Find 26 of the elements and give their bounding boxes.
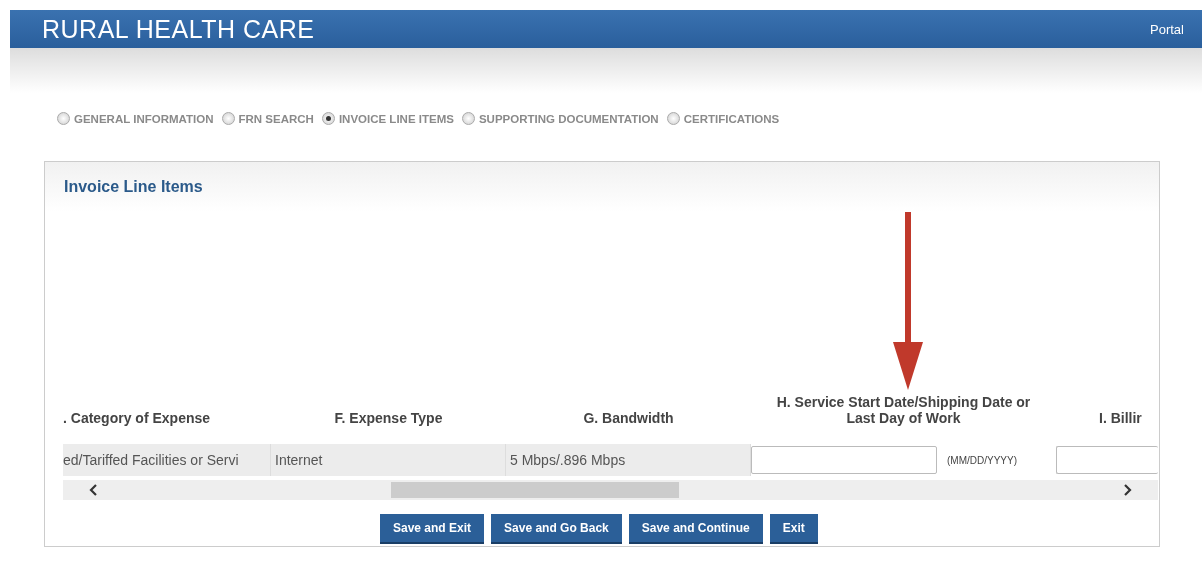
column-header: H. Service Start Date/Shipping Date or Last Day of Work xyxy=(775,394,1032,428)
site-title: RURAL HEALTH CARE xyxy=(42,14,315,44)
input-field[interactable] xyxy=(1056,446,1158,474)
step-tab[interactable]: INVOICE LINE ITEMS xyxy=(321,112,454,125)
step-tab[interactable]: FRN SEARCH xyxy=(221,112,314,125)
date-hint: (MM/DD/YYYY) xyxy=(941,444,1056,476)
table-cell: Internet xyxy=(271,444,506,476)
action-button[interactable]: Save and Exit xyxy=(380,514,485,544)
date-field[interactable] xyxy=(751,446,937,474)
step-tab[interactable]: CERTIFICATIONS xyxy=(666,112,780,125)
column-header: I. Billir xyxy=(1098,410,1143,428)
action-button[interactable]: Save and Go Back xyxy=(491,514,622,544)
action-button[interactable]: Exit xyxy=(769,514,818,544)
scrollbar-thumb[interactable] xyxy=(391,482,679,498)
step-tab[interactable]: GENERAL INFORMATION xyxy=(57,112,214,125)
panel-title: Invoice Line Items xyxy=(64,178,203,196)
action-button[interactable]: Save and Continue xyxy=(628,514,763,544)
column-header: F. Expense Type xyxy=(333,410,444,428)
table-cell: ed/Tariffed Facilities or Servi xyxy=(63,444,271,476)
column-header: G. Bandwidth xyxy=(582,410,675,428)
step-tab[interactable]: SUPPORTING DOCUMENTATION xyxy=(461,112,659,125)
chevron-right-icon[interactable] xyxy=(1124,484,1132,496)
portal-link[interactable]: Portal xyxy=(1150,21,1184,37)
chevron-left-icon[interactable] xyxy=(89,484,97,496)
scrollbar[interactable] xyxy=(63,480,1158,500)
column-header: . Category of Expense xyxy=(63,410,212,428)
